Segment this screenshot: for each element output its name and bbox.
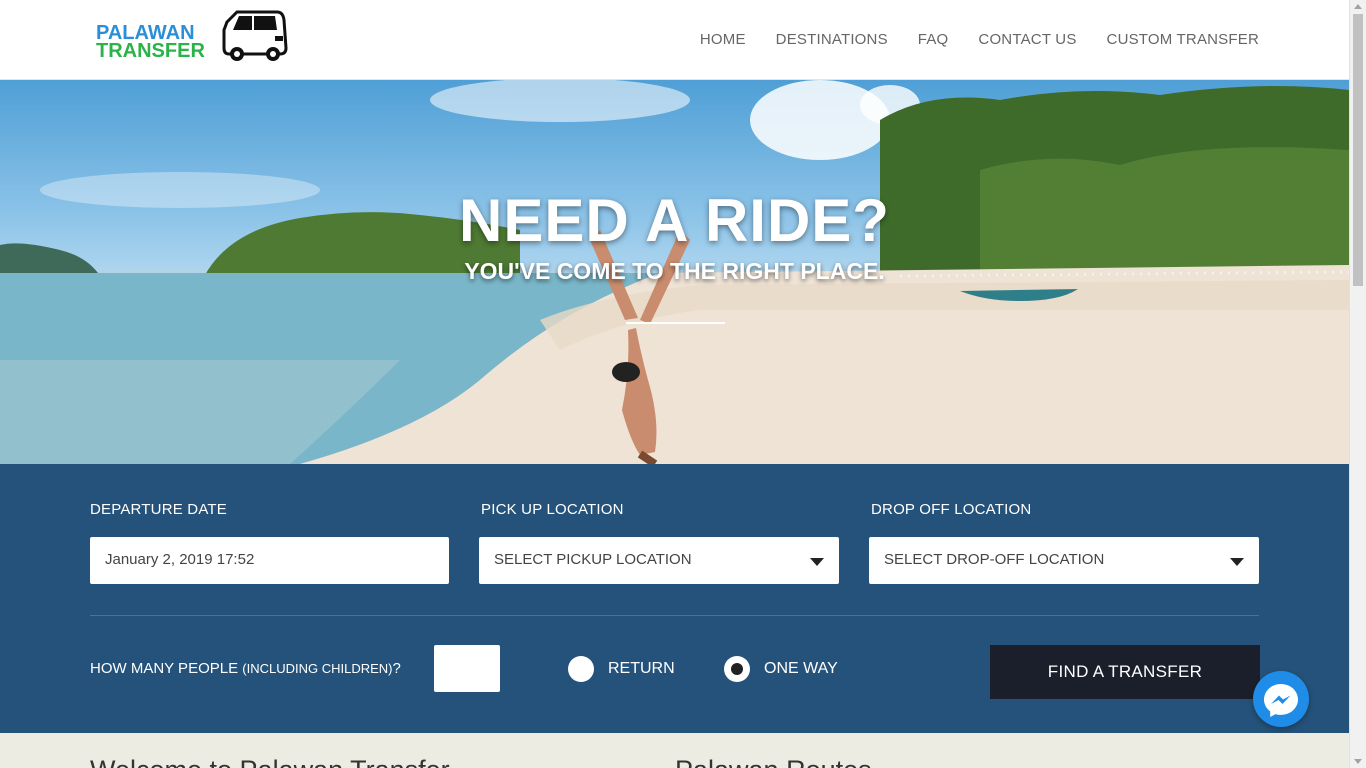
scroll-down-icon[interactable] — [1354, 759, 1362, 764]
site-logo[interactable]: PALAWAN TRANSFER — [95, 8, 290, 70]
nav-faq[interactable]: FAQ — [918, 31, 949, 48]
people-count-input[interactable] — [434, 645, 500, 692]
site-header: PALAWAN TRANSFER HOME DESTINATIONS FAQ C… — [0, 0, 1349, 80]
people-label-sub: (INCLUDING CHILDREN) — [242, 661, 393, 676]
one-way-radio[interactable] — [724, 656, 750, 682]
logo-text-transfer: TRANSFER — [96, 40, 205, 62]
people-label-main: HOW MANY PEOPLE — [90, 660, 239, 677]
dropoff-location-label: DROP OFF LOCATION — [871, 501, 1032, 518]
welcome-heading: Welcome to Palawan Transfer — [90, 755, 450, 768]
pickup-location-label: PICK UP LOCATION — [481, 501, 624, 518]
dropoff-location-value: SELECT DROP-OFF LOCATION — [884, 551, 1105, 568]
van-icon — [222, 10, 288, 61]
departure-date-label: DEPARTURE DATE — [90, 501, 227, 518]
content-strip: Welcome to Palawan Transfer Palawan Rout… — [0, 733, 1349, 768]
return-radio[interactable] — [568, 656, 594, 682]
people-count-label: HOW MANY PEOPLE (INCLUDING CHILDREN)? — [90, 660, 401, 677]
nav-custom-transfer[interactable]: CUSTOM TRANSFER — [1107, 31, 1259, 48]
chevron-down-icon — [810, 558, 824, 566]
scroll-up-icon[interactable] — [1354, 4, 1362, 9]
routes-heading: Palawan Routes — [675, 755, 872, 768]
chevron-down-icon — [1230, 558, 1244, 566]
return-radio-label[interactable]: RETURN — [608, 660, 675, 678]
find-transfer-button[interactable]: FIND A TRANSFER — [990, 645, 1260, 699]
scrollbar-thumb[interactable] — [1353, 14, 1363, 286]
departure-date-input[interactable]: January 2, 2019 17:52 — [90, 537, 449, 584]
form-divider — [90, 615, 1259, 616]
nav-destinations[interactable]: DESTINATIONS — [776, 31, 888, 48]
messenger-chat-button[interactable] — [1253, 671, 1309, 727]
main-nav: HOME DESTINATIONS FAQ CONTACT US CUSTOM … — [700, 31, 1259, 48]
pickup-location-select[interactable]: SELECT PICKUP LOCATION — [479, 537, 839, 584]
booking-form: DEPARTURE DATE January 2, 2019 17:52 PIC… — [0, 464, 1349, 733]
hero-subtitle: YOU'VE COME TO THE RIGHT PLACE. — [464, 258, 885, 284]
nav-contact-us[interactable]: CONTACT US — [978, 31, 1076, 48]
hero-banner: NEED A RIDE? YOU'VE COME TO THE RIGHT PL… — [0, 80, 1349, 464]
dropoff-location-select[interactable]: SELECT DROP-OFF LOCATION — [869, 537, 1259, 584]
page-scrollbar[interactable] — [1349, 0, 1366, 768]
one-way-radio-label[interactable]: ONE WAY — [764, 660, 838, 678]
messenger-icon — [1264, 684, 1298, 717]
hero-title: NEED A RIDE? — [459, 187, 890, 254]
hero-divider — [626, 322, 725, 324]
nav-home[interactable]: HOME — [700, 31, 746, 48]
people-label-suffix: ? — [392, 660, 401, 677]
pickup-location-value: SELECT PICKUP LOCATION — [494, 551, 692, 568]
